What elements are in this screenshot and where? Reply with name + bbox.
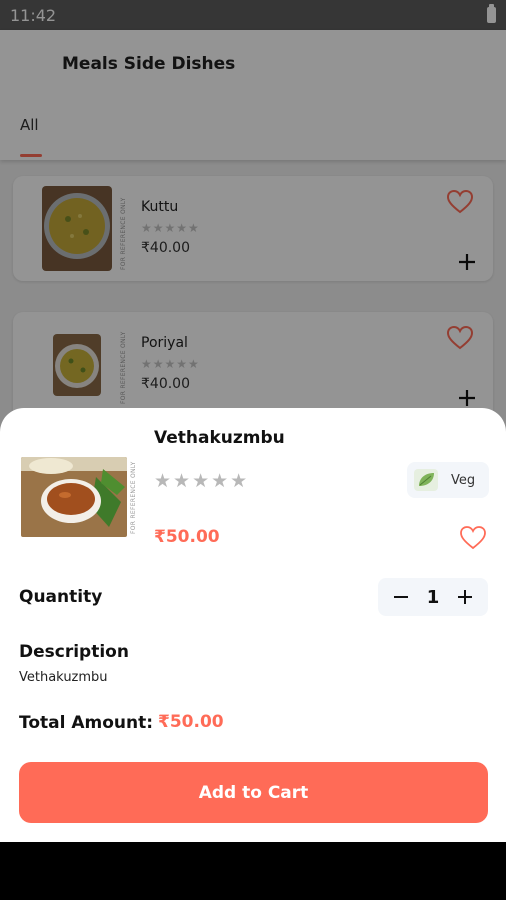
minus-icon[interactable] bbox=[392, 588, 410, 606]
heart-icon[interactable] bbox=[459, 526, 487, 550]
vethakuzmbu-image bbox=[21, 457, 127, 537]
leaf-icon bbox=[414, 469, 438, 491]
dish-name: Vethakuzmbu bbox=[154, 428, 285, 448]
quantity-stepper: 1 bbox=[378, 578, 488, 616]
plus-icon[interactable] bbox=[456, 588, 474, 606]
reference-note: FOR REFERENCE ONLY bbox=[130, 461, 137, 534]
dish-rating: ★★★★★ bbox=[154, 470, 250, 492]
item-detail-sheet: FOR REFERENCE ONLY Vethakuzmbu ★★★★★ Veg… bbox=[0, 408, 506, 842]
description-text: Vethakuzmbu bbox=[19, 670, 108, 685]
system-navigation-bar bbox=[0, 842, 506, 900]
description-label: Description bbox=[19, 642, 129, 662]
veg-label: Veg bbox=[451, 472, 476, 488]
total-amount-label: Total Amount: bbox=[19, 713, 154, 733]
quantity-value: 1 bbox=[426, 586, 440, 608]
quantity-label: Quantity bbox=[19, 587, 103, 607]
add-to-cart-button[interactable]: Add to Cart bbox=[19, 762, 488, 823]
app-screen: 11:42 Meals Side Dishes All FOR REFERENC… bbox=[0, 0, 506, 842]
veg-badge: Veg bbox=[407, 462, 489, 498]
total-amount-value: ₹50.00 bbox=[158, 712, 224, 732]
dish-price: ₹50.00 bbox=[154, 527, 220, 547]
